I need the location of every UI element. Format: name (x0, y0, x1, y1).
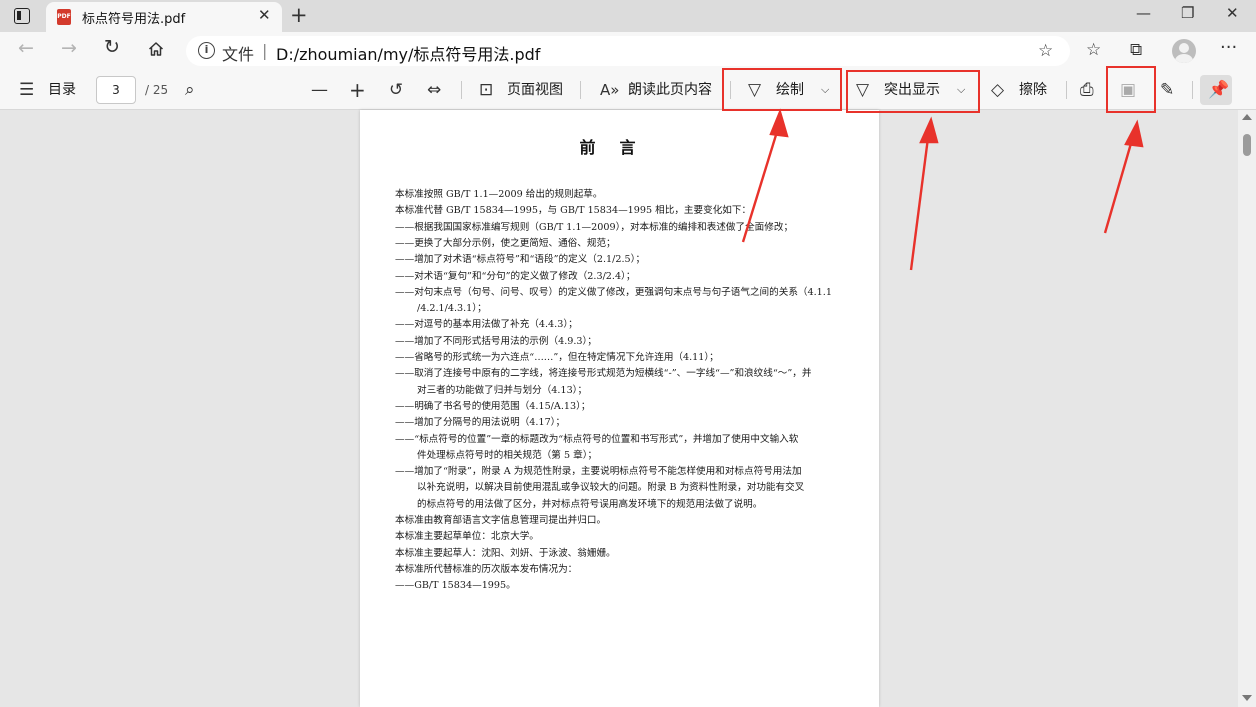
toc-icon[interactable]: ☰ (19, 70, 34, 110)
document-line: 的标点符号的用法做了区分，并对标点符号误用高发环境下的规范用法做了说明。 (417, 498, 763, 510)
print-icon[interactable]: ⎙ (1080, 70, 1094, 110)
toolbar-divider (1066, 81, 1067, 99)
document-line: /4.2.1/4.3.1）； (417, 303, 487, 315)
address-input[interactable]: i 文件 | D:/zhoumian/my/标点符号用法.pdf ☆ (186, 36, 1070, 66)
maximize-button[interactable]: ❐ (1181, 4, 1194, 22)
toc-label[interactable]: 目录 (48, 70, 76, 110)
add-favorite-icon[interactable]: ☆ (1038, 41, 1053, 61)
toolbar-divider (1192, 81, 1193, 99)
pdf-page: 前言 本标准按照 GB/T 1.1—2009 给出的规则起草。本标准代替 GB/… (360, 110, 879, 707)
new-tab-button[interactable]: + (290, 3, 308, 27)
document-line: ——明确了书名号的使用范围（4.15/A.13）； (395, 400, 591, 412)
document-line: 本标准所代替标准的历次版本发布情况为： (395, 563, 578, 575)
document-line: 本标准由教育部语言文字信息管理司提出并归口。 (395, 515, 607, 526)
close-window-button[interactable]: ✕ (1226, 4, 1239, 22)
annotation-box-save (1106, 66, 1156, 113)
more-menu-icon[interactable]: ··· (1220, 37, 1237, 58)
scroll-down-icon[interactable] (1242, 695, 1252, 701)
page-view-label[interactable]: 页面视图 (507, 70, 563, 110)
rotate-icon[interactable]: ↺ (389, 70, 403, 110)
document-line: ——增加了“附录”，附录 A 为规范性附录，主要说明标点符号不能怎样使用和对标点… (395, 466, 802, 478)
document-line: 以补充说明，以解决目前使用混乱或争议较大的问题。附录 B 为资料性附录，对功能有… (417, 482, 805, 494)
total-pages: / 25 (145, 83, 169, 97)
document-line: 本标准按照 GB/T 1.1—2009 给出的规则起草。 (395, 189, 603, 200)
document-line: ——对术语“复句”和“分句”的定义做了修改（2.3/2.4）； (395, 270, 636, 282)
pdf-viewer: 前言 本标准按照 GB/T 1.1—2009 给出的规则起草。本标准代替 GB/… (0, 110, 1256, 707)
info-icon[interactable]: i (198, 42, 215, 59)
document-line: ——省略号的形式统一为六连点“……”，但在特定情况下允许连用（4.11）； (395, 352, 719, 363)
document-line: 本标准主要起草人：沈阳、刘妍、于泳波、翁姗姗。 (395, 547, 616, 559)
document-line: ——取消了连接号中原有的二字线，将连接号形式规范为短横线“-”、一字线“—”和浪… (395, 368, 812, 380)
back-button[interactable]: ← (18, 37, 34, 59)
save-as-icon[interactable]: ✎ (1160, 70, 1174, 110)
forward-button[interactable]: → (61, 37, 77, 59)
annotation-box-draw (722, 68, 842, 111)
url-scheme-label: 文件 (222, 45, 255, 64)
zoom-in-icon[interactable]: + (349, 70, 366, 110)
document-line: 本标准主要起草单位：北京大学。 (395, 531, 539, 543)
scroll-up-icon[interactable] (1242, 114, 1252, 120)
document-line: 对三者的功能做了归并与划分（4.13）； (417, 384, 588, 396)
toolbar-divider (461, 81, 462, 99)
url-text[interactable]: D:/zhoumian/my/标点符号用法.pdf (276, 41, 540, 65)
fit-width-icon[interactable]: ⇔ (427, 70, 441, 110)
document-line: ——根据我国国家标准编写规则（GB/T 1.1—2009），对本标准的编排和表述… (395, 221, 794, 233)
document-line: ——对句末点号（句号、问号、叹号）的定义做了修改，更强调句末点号与句子语气之间的… (395, 286, 832, 298)
document-line: 本标准代替 GB/T 15834—1995，与 GB/T 15834—1995 … (395, 205, 752, 217)
address-bar-row: ← → ↻ i 文件 | D:/zhoumian/my/标点符号用法.pdf ☆… (0, 32, 1256, 70)
document-line: ——增加了对术语“标点符号”和“语段”的定义（2.1/2.5）； (395, 254, 646, 266)
read-aloud-label[interactable]: 朗读此页内容 (628, 70, 712, 110)
pin-icon: 📌 (1208, 80, 1230, 100)
tab-title: 标点符号用法.pdf (82, 12, 186, 27)
document-line: ——GB/T 15834—1995。 (395, 580, 516, 592)
erase-button[interactable]: 擦除 (1019, 70, 1047, 110)
avatar[interactable] (1172, 39, 1196, 63)
toolbar-divider (580, 81, 581, 99)
tab-bar: PDF 标点符号用法.pdf ✕ + — ❐ ✕ (0, 0, 1256, 32)
home-icon[interactable] (148, 41, 164, 57)
tab-close-icon[interactable]: ✕ (258, 6, 271, 24)
document-line: ——增加了不同形式括号用法的示例（4.9.3）； (395, 335, 597, 347)
refresh-button[interactable]: ↻ (104, 36, 120, 58)
url-separator: | (262, 41, 268, 60)
eraser-icon[interactable]: ◇ (991, 70, 1004, 110)
window-menu-icon[interactable] (14, 8, 30, 24)
minimize-button[interactable]: — (1136, 4, 1151, 22)
page-number-input[interactable]: 3 (96, 76, 136, 104)
tab-active[interactable]: PDF 标点符号用法.pdf ✕ (46, 2, 282, 32)
document-line: ——增加了分隔号的用法说明（4.17）； (395, 417, 566, 429)
pin-toolbar-button[interactable]: 📌 (1200, 75, 1232, 105)
document-line: 件处理标点符号时的相关规范（第 5 章）； (417, 449, 598, 461)
search-icon[interactable]: ⌕ (185, 70, 195, 110)
document-heading: 前言 (579, 138, 660, 157)
read-aloud-icon[interactable]: A» (600, 70, 619, 110)
vertical-scrollbar[interactable] (1238, 110, 1256, 707)
document-line: ——对逗号的基本用法做了补充（4.4.3）； (395, 319, 578, 331)
zoom-out-icon[interactable]: — (311, 70, 328, 110)
scroll-thumb[interactable] (1243, 134, 1251, 156)
annotation-box-highlight (846, 70, 980, 113)
document-line: ——“标点符号的位置”一章的标题改为“标点符号的位置和书写形式”，并增加了使用中… (395, 433, 799, 445)
collections-icon[interactable]: ⧉ (1130, 40, 1142, 60)
page-view-icon[interactable]: ⊡ (479, 70, 493, 110)
pdf-file-icon: PDF (57, 9, 71, 25)
favorites-icon[interactable]: ☆ (1086, 40, 1101, 60)
pdf-toolbar: ☰ 目录 3 / 25 ⌕ — + ↺ ⇔ ⊡ 页面视图 A» 朗读此页内容 ▽… (0, 70, 1256, 110)
document-line: ——更换了大部分示例，使之更简短、通俗、规范； (395, 237, 616, 249)
